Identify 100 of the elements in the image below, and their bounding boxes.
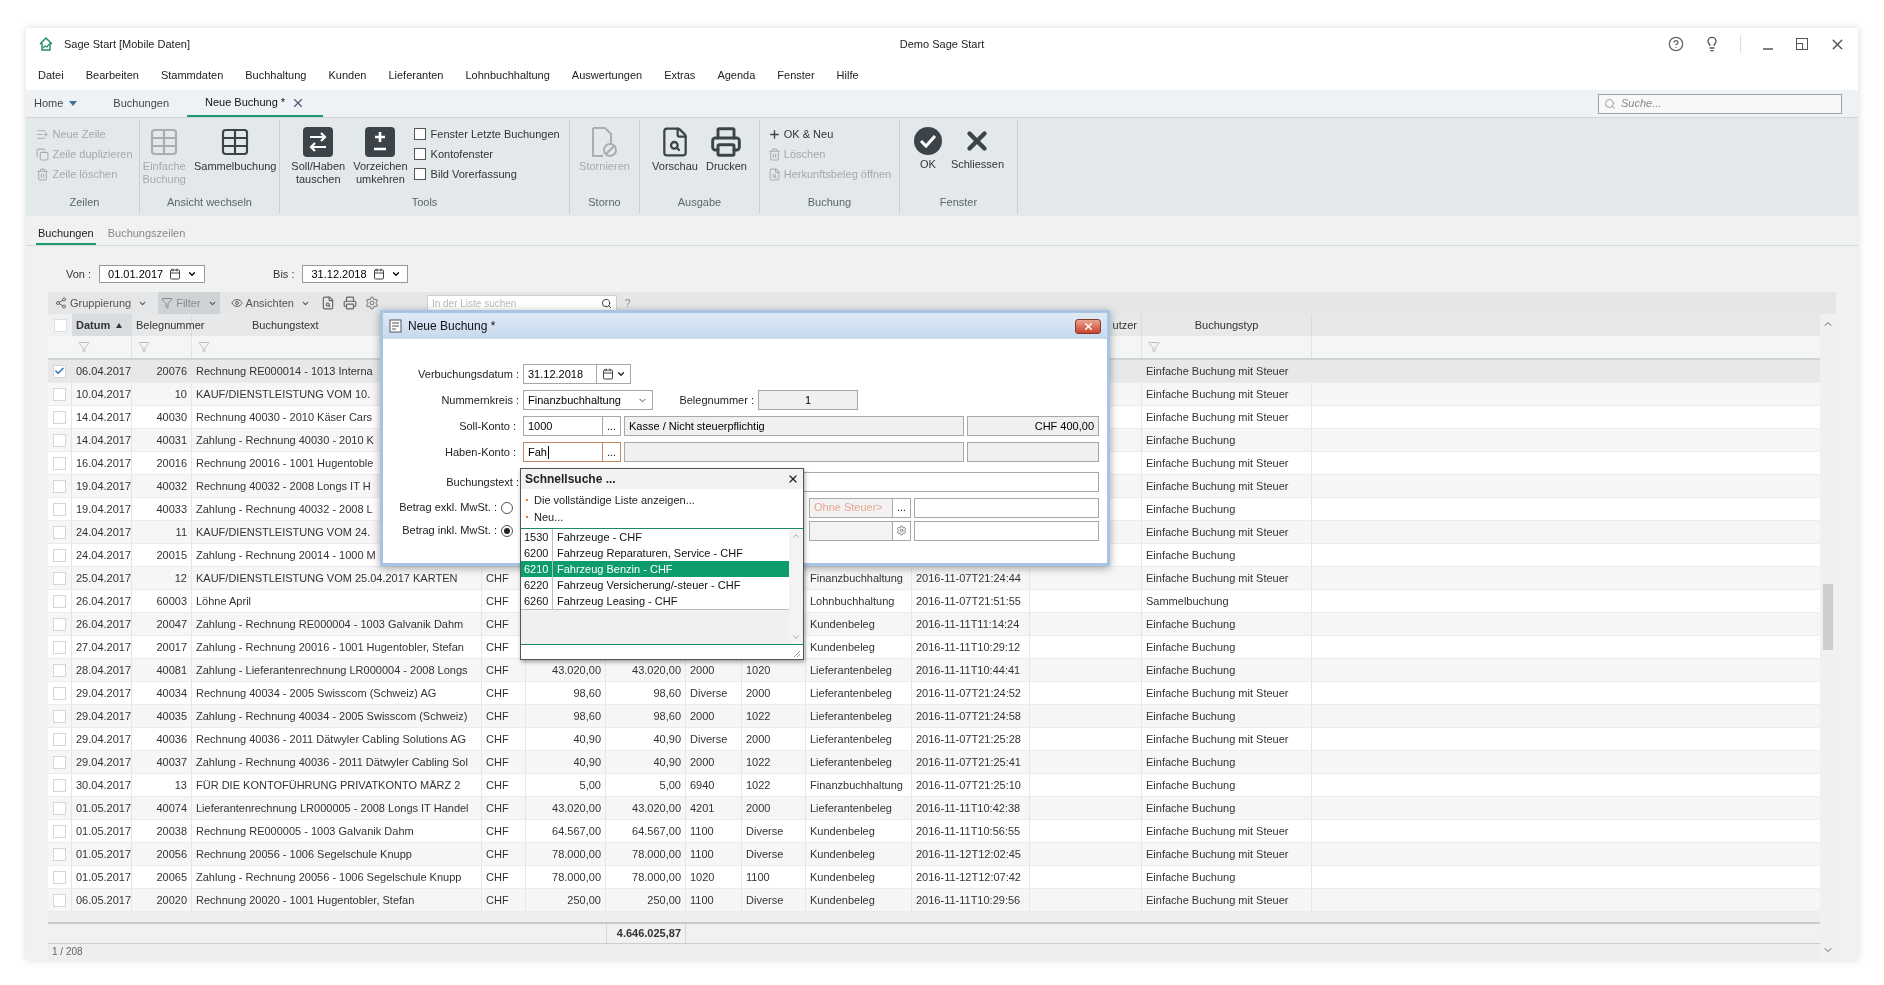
document-search-icon[interactable] bbox=[320, 296, 335, 310]
ribbon-button[interactable]: Vorschau bbox=[650, 126, 700, 173]
filter-icon[interactable] bbox=[1148, 341, 1160, 353]
browse-button[interactable]: ... bbox=[603, 442, 621, 462]
menu-item[interactable]: Kunden bbox=[328, 66, 367, 84]
row-checkbox[interactable] bbox=[53, 594, 66, 608]
menu-item[interactable]: Auswertungen bbox=[571, 66, 643, 84]
ribbon-checkbox[interactable]: Fenster Letzte Buchungen bbox=[413, 126, 560, 142]
ribbon-button[interactable]: Vorzeichen umkehren bbox=[351, 126, 410, 186]
column-header[interactable]: Buchungstyp bbox=[1194, 316, 1259, 334]
menu-item[interactable]: Fenster bbox=[777, 66, 815, 84]
close-button[interactable] bbox=[1075, 318, 1101, 334]
filter-icon[interactable] bbox=[78, 341, 90, 353]
search-field[interactable]: Suche... bbox=[1598, 93, 1842, 114]
toolbar-button[interactable]: Gruppierung bbox=[52, 292, 151, 314]
menu-item[interactable]: Lieferanten bbox=[388, 66, 444, 84]
ribbon-checkbox[interactable]: Bild Vorerfassung bbox=[413, 166, 560, 182]
menu-item[interactable]: Hilfe bbox=[836, 66, 859, 84]
radio-button[interactable] bbox=[501, 501, 513, 514]
result-row[interactable]: 6220 Fahrzeug Versicherung/-steuer - CHF bbox=[521, 577, 789, 593]
row-checkbox[interactable] bbox=[53, 571, 66, 585]
scrollbar-thumb[interactable] bbox=[1823, 584, 1833, 650]
row-checkbox[interactable] bbox=[53, 824, 66, 838]
filter-icon[interactable] bbox=[198, 341, 210, 353]
ribbon-button[interactable]: Schliessen bbox=[948, 126, 1007, 171]
result-row[interactable]: 6260 Fahrzeug Leasing - CHF bbox=[521, 593, 789, 609]
number-range-select[interactable]: Finanzbuchhaltung bbox=[523, 390, 653, 410]
credit-account-field[interactable]: Fah bbox=[523, 442, 603, 462]
radio-button[interactable] bbox=[501, 524, 513, 537]
printer-icon[interactable] bbox=[342, 296, 357, 310]
browse-button[interactable]: ... bbox=[893, 497, 911, 518]
menu-item[interactable]: Buchhaltung bbox=[245, 66, 307, 84]
row-checkbox[interactable] bbox=[53, 364, 66, 378]
date-field[interactable]: 01.01.2017 bbox=[99, 265, 206, 283]
date-field[interactable]: 31.12.2018 bbox=[302, 265, 409, 283]
row-checkbox[interactable] bbox=[53, 548, 66, 562]
calendar-button[interactable] bbox=[597, 364, 631, 384]
checkbox[interactable] bbox=[413, 148, 426, 160]
filter-icon[interactable] bbox=[138, 341, 150, 353]
row-checkbox[interactable] bbox=[53, 732, 66, 746]
ribbon-button[interactable]: OK bbox=[910, 126, 945, 171]
row-checkbox[interactable] bbox=[53, 755, 66, 769]
menu-item[interactable]: Datei bbox=[38, 66, 64, 84]
row-checkbox[interactable] bbox=[53, 617, 66, 631]
menu-item[interactable]: Agenda bbox=[717, 66, 756, 84]
row-checkbox[interactable] bbox=[53, 502, 66, 516]
row-checkbox[interactable] bbox=[53, 410, 66, 424]
settings-icon[interactable] bbox=[364, 296, 379, 310]
caret-icon[interactable] bbox=[390, 269, 401, 279]
tab[interactable]: Buchungen bbox=[95, 90, 187, 117]
row-checkbox[interactable] bbox=[53, 870, 66, 884]
result-row[interactable]: 1530 Fahrzeuge - CHF bbox=[521, 529, 789, 545]
caret-icon[interactable] bbox=[187, 269, 198, 279]
ribbon-button[interactable]: Soll/Haben tauschen bbox=[289, 126, 348, 186]
row-checkbox[interactable] bbox=[53, 433, 66, 447]
sub-tab[interactable]: Buchungen bbox=[36, 224, 96, 245]
ribbon-button[interactable]: Sammelbuchung bbox=[191, 126, 279, 173]
row-checkbox[interactable] bbox=[53, 847, 66, 861]
toolbar-button[interactable]: Ansichten bbox=[227, 292, 313, 314]
row-checkbox[interactable] bbox=[53, 686, 66, 700]
ribbon-checkbox[interactable]: Kontofenster bbox=[413, 146, 560, 162]
result-row[interactable]: 6210 Fahrzeug Benzin - CHF bbox=[521, 561, 789, 577]
row-checkbox[interactable] bbox=[53, 456, 66, 470]
menu-item[interactable]: Stammdaten bbox=[160, 66, 224, 84]
ribbon-button[interactable]: Drucken bbox=[703, 126, 749, 173]
row-checkbox[interactable] bbox=[53, 387, 66, 401]
document-number-field[interactable]: 1 bbox=[758, 390, 858, 410]
row-checkbox[interactable] bbox=[53, 709, 66, 723]
scroll-up-icon[interactable] bbox=[791, 531, 801, 541]
row-checkbox[interactable] bbox=[53, 663, 66, 677]
row-checkbox[interactable] bbox=[53, 525, 66, 539]
amount-field[interactable] bbox=[914, 497, 1099, 518]
tab[interactable]: Home bbox=[30, 90, 96, 117]
column-header[interactable]: Belegnummer bbox=[136, 316, 205, 334]
close-icon[interactable] bbox=[787, 473, 799, 485]
row-checkbox[interactable] bbox=[53, 801, 66, 815]
restore-icon[interactable] bbox=[1795, 37, 1809, 51]
date-field[interactable]: 31.12.2018 bbox=[523, 364, 597, 384]
menu-item[interactable]: Extras bbox=[664, 66, 696, 84]
menu-item[interactable]: Lohnbuchhaltung bbox=[465, 66, 550, 84]
help-icon[interactable] bbox=[1668, 36, 1684, 52]
popup-link[interactable]: Die vollständige Liste anzeigen... bbox=[534, 491, 695, 509]
scrollbar[interactable] bbox=[789, 529, 803, 644]
row-checkbox[interactable] bbox=[53, 893, 66, 907]
debit-account-field[interactable]: 1000 bbox=[523, 416, 603, 436]
resize-grip-icon[interactable] bbox=[793, 650, 801, 658]
scroll-down-icon[interactable] bbox=[791, 632, 801, 642]
column-header[interactable]: Buchungstext bbox=[252, 316, 319, 334]
column-header[interactable]: utzer bbox=[1112, 316, 1137, 334]
row-checkbox[interactable] bbox=[53, 778, 66, 792]
amount-field[interactable] bbox=[914, 520, 1099, 541]
settings-button[interactable] bbox=[893, 520, 911, 541]
menu-item[interactable]: Bearbeiten bbox=[85, 66, 139, 84]
lightbulb-icon[interactable] bbox=[1704, 36, 1720, 52]
calendar-icon[interactable] bbox=[169, 268, 182, 280]
checkbox[interactable] bbox=[413, 128, 426, 140]
checkbox[interactable] bbox=[413, 168, 426, 180]
browse-button[interactable]: ... bbox=[603, 416, 621, 436]
calendar-icon[interactable] bbox=[372, 268, 385, 280]
ribbon-button[interactable]: OK & Neu bbox=[767, 126, 892, 142]
